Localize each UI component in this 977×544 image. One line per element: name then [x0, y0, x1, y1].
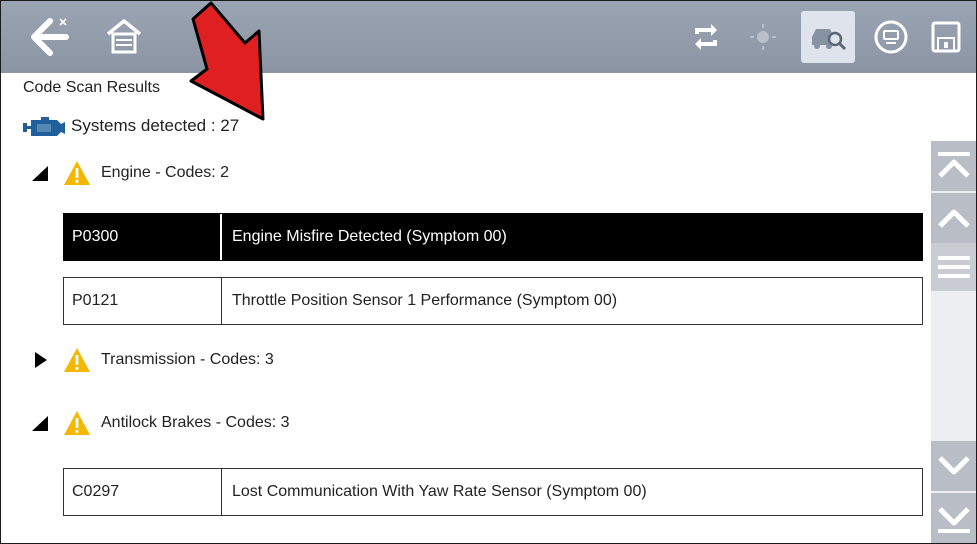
chevron-up-icon	[938, 209, 970, 228]
dtc-code: P0300	[64, 214, 222, 260]
group-label: Engine - Codes: 2	[101, 164, 230, 181]
warning-icon	[64, 411, 90, 435]
group-transmission-header[interactable]: Transmission - Codes: 3	[29, 343, 274, 377]
back-button[interactable]	[23, 1, 75, 73]
dtc-description: Lost Communication With Yaw Rate Sensor …	[232, 483, 647, 500]
group-antilock-brakes-header[interactable]: Antilock Brakes - Codes: 3	[29, 406, 290, 440]
engine-icon	[23, 117, 65, 136]
code-row[interactable]: C0297 Lost Communication With Yaw Rate S…	[63, 468, 923, 516]
group-label: Antilock Brakes - Codes: 3	[101, 414, 290, 431]
warning-icon	[64, 161, 90, 185]
scroll-up-button[interactable]	[931, 193, 976, 243]
floppy-disk-icon	[931, 21, 961, 53]
printer-circle-icon	[874, 20, 908, 54]
brightness-icon	[750, 24, 776, 50]
toolbar	[1, 1, 976, 73]
dtc-description: Throttle Position Sensor 1 Performance (…	[232, 292, 618, 309]
page-title: Code Scan Results	[23, 79, 160, 96]
scroll-top-button[interactable]	[931, 141, 976, 191]
group-label: Transmission - Codes: 3	[101, 351, 274, 368]
group-engine-header[interactable]: Engine - Codes: 2	[29, 156, 229, 190]
home-icon	[106, 19, 142, 54]
home-button[interactable]	[99, 1, 149, 73]
vertical-scrollbar[interactable]	[931, 141, 976, 543]
collapse-triangle-icon[interactable]	[29, 162, 51, 184]
expand-triangle-icon[interactable]	[29, 349, 51, 371]
brightness-button[interactable]	[743, 1, 783, 73]
sync-button[interactable]	[686, 1, 726, 73]
vehicle-scan-button[interactable]	[801, 11, 855, 63]
back-icon	[31, 18, 69, 56]
scroll-down-button[interactable]	[931, 441, 976, 491]
dtc-description: Engine Misfire Detected (Symptom 00)	[232, 228, 507, 245]
collapse-triangle-icon[interactable]	[29, 412, 51, 434]
save-button[interactable]	[926, 1, 966, 73]
chevron-down-icon	[938, 456, 970, 475]
vehicle-scan-icon	[812, 29, 847, 51]
double-chevron-down-icon	[938, 507, 970, 533]
grip-lines-icon	[938, 256, 970, 278]
print-button[interactable]	[869, 1, 913, 73]
dtc-code: C0297	[64, 469, 222, 515]
sync-icon	[695, 24, 717, 50]
code-row[interactable]: P0121 Throttle Position Sensor 1 Perform…	[63, 277, 923, 325]
double-chevron-up-icon	[938, 152, 970, 178]
dtc-code: P0121	[64, 278, 222, 324]
annotation-arrow-icon	[189, 1, 265, 121]
code-row[interactable]: P0300 Engine Misfire Detected (Symptom 0…	[63, 213, 923, 261]
scroll-thumb[interactable]	[931, 243, 976, 291]
scroll-bottom-button[interactable]	[931, 493, 976, 543]
warning-icon	[64, 348, 90, 372]
app-window: Code Scan Results Systems detected : 27 …	[0, 0, 977, 544]
